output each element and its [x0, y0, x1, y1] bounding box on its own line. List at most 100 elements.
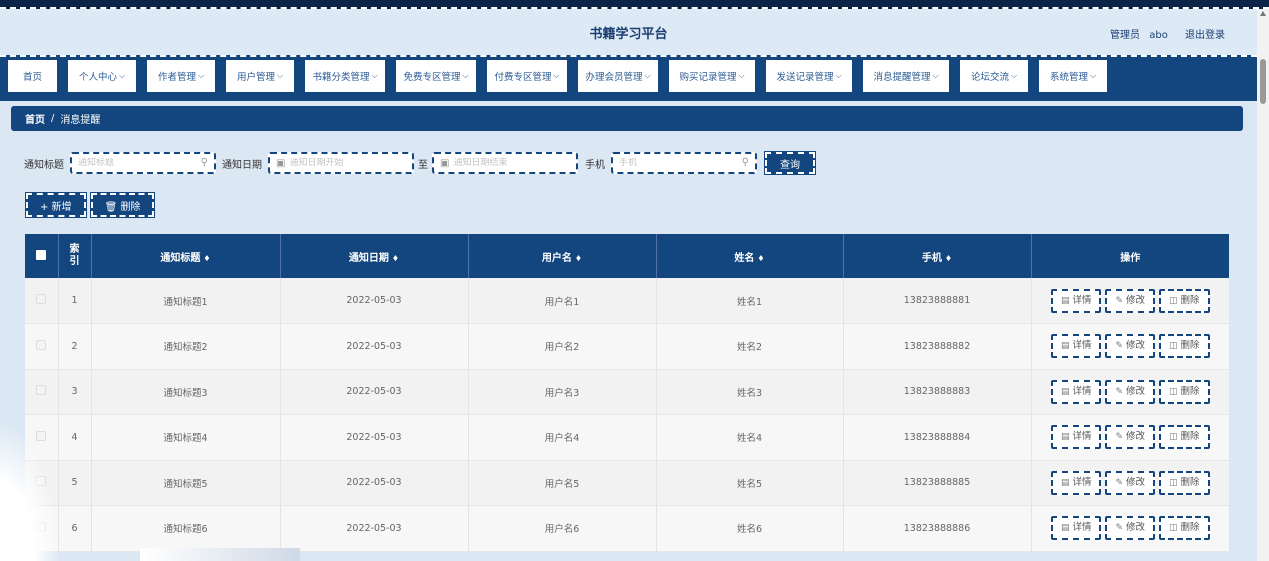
table-row: 3 通知标题3 2022-05-03 用户名3 姓名3 13823888883 ▤ 详情 ✎ 修改…: [25, 369, 1229, 415]
cell-title: 通知标题3: [91, 369, 281, 415]
calendar-icon: ▣: [276, 157, 286, 169]
document-icon: ▤: [1060, 295, 1070, 306]
nav-item-system-manage[interactable]: 系统管理 ⌵: [1037, 60, 1109, 94]
nav-item-label: 购买记录管理: [679, 72, 737, 83]
nav-item-message-reminder-manage[interactable]: 消息提醒管理 ⌵: [861, 60, 951, 94]
pencil-icon: ✎: [1115, 386, 1124, 397]
table-body: 1 通知标题1 2022-05-03 用户名1 姓名1 13823888881 ▤ 详情 ✎ 修改…: [25, 278, 1229, 552]
nav-item-purchase-record-manage[interactable]: 购买记录管理 ⌵: [667, 60, 757, 94]
delete-button[interactable]: ◫ 删除: [1159, 288, 1210, 313]
cell-username: 用户名1: [468, 278, 657, 324]
sort-icon[interactable]: ♦: [757, 254, 764, 263]
chevron-down-icon: ⌵: [1089, 71, 1097, 80]
col-date[interactable]: 通知日期 ♦: [280, 234, 469, 278]
nav-item-free-zone-manage[interactable]: 免费专区管理 ⌵: [394, 60, 478, 94]
detail-button[interactable]: ▤ 详情: [1050, 334, 1102, 359]
select-all-checkbox[interactable]: [36, 249, 47, 260]
pencil-icon: ✎: [1115, 341, 1124, 352]
nav-item-send-record-manage[interactable]: 发送记录管理 ⌵: [764, 60, 854, 94]
delete-button[interactable]: ◫ 删除: [1159, 379, 1210, 404]
cell-username: 用户名2: [468, 323, 657, 370]
phone-filter-input[interactable]: [619, 158, 749, 168]
delete-button[interactable]: ◫ 删除: [1159, 516, 1210, 541]
col-username[interactable]: 用户名 ♦: [468, 234, 657, 278]
edit-button[interactable]: ✎ 修改: [1105, 470, 1156, 495]
sort-icon[interactable]: ♦: [945, 254, 952, 263]
nav-items: 首页 个人中心 ⌵ 作者管理 ⌵ 用户管理 ⌵ 书籍分类管理 ⌵ 免费专区管理 ⌵ 付费专区管理 ⌵ 办理…: [6, 60, 1116, 94]
col-name[interactable]: 姓名 ♦: [656, 234, 844, 278]
cell-ops: ▤ 详情 ✎ 修改 ◫ 删除: [1031, 414, 1229, 461]
query-button[interactable]: 查询: [764, 151, 816, 175]
document-icon: ▤: [1060, 477, 1070, 488]
detail-button[interactable]: ▤ 详情: [1050, 425, 1102, 450]
row-checkbox[interactable]: [36, 339, 47, 350]
breadcrumb-home[interactable]: 首页: [25, 111, 45, 126]
cell-ops: ▤ 详情 ✎ 修改 ◫ 删除: [1031, 460, 1229, 506]
nav-item-membership-manage[interactable]: 办理会员管理 ⌵: [576, 60, 660, 94]
title-filter-input[interactable]: [78, 158, 208, 168]
cell-ops: ▤ 详情 ✎ 修改 ◫ 删除: [1031, 323, 1229, 370]
nav-item-home[interactable]: 首页: [6, 60, 59, 94]
title-filter-field[interactable]: ⚲: [70, 152, 216, 174]
detail-button[interactable]: ▤ 详情: [1050, 470, 1102, 495]
delete-button[interactable]: ◫ 删除: [1159, 334, 1210, 359]
cell-date: 2022-05-03: [280, 278, 469, 324]
detail-button[interactable]: ▤ 详情: [1050, 516, 1102, 541]
nav-item-personal-center[interactable]: 个人中心 ⌵: [66, 60, 138, 94]
row-checkbox[interactable]: [36, 294, 47, 304]
search-icon: ⚲: [200, 157, 208, 168]
top-strip: [0, 0, 1269, 9]
detail-button[interactable]: ▤ 详情: [1050, 379, 1102, 404]
col-title[interactable]: 通知标题 ♦: [91, 234, 281, 278]
row-checkbox[interactable]: [36, 385, 47, 396]
delete-button[interactable]: ◫ 删除: [1159, 425, 1210, 450]
document-icon: ▤: [1060, 386, 1070, 397]
page-scrollbar[interactable]: [1257, 9, 1269, 561]
date-end-input[interactable]: [453, 158, 570, 168]
nav-item-label: 发送记录管理: [776, 72, 834, 83]
nav-item-label: 个人中心: [78, 72, 117, 83]
date-end-field[interactable]: ▣: [432, 152, 578, 174]
sort-icon[interactable]: ♦: [392, 254, 399, 263]
nav-item-label: 作者管理: [157, 72, 196, 83]
date-start-input[interactable]: [289, 158, 406, 168]
trash-icon: ◫: [1169, 477, 1178, 488]
background-decoration: [140, 548, 300, 561]
trash-icon: ◫: [1169, 523, 1178, 534]
cell-title: 通知标题1: [91, 278, 281, 324]
select-all-cell[interactable]: [25, 234, 59, 278]
row-select-cell[interactable]: [25, 323, 59, 370]
date-start-field[interactable]: ▣: [268, 152, 414, 174]
cell-index: 2: [58, 323, 92, 370]
sort-icon[interactable]: ♦: [203, 254, 210, 263]
nav-item-forum[interactable]: 论坛交流 ⌵: [958, 60, 1030, 94]
scrollbar-thumb[interactable]: [1260, 59, 1266, 104]
batch-delete-button[interactable]: 🗑 删除: [89, 192, 156, 218]
row-select-cell[interactable]: [25, 369, 59, 415]
scroll-up-arrow-icon[interactable]: [1260, 11, 1266, 16]
nav-item-label: 系统管理: [1049, 72, 1088, 83]
edit-button[interactable]: ✎ 修改: [1105, 425, 1156, 450]
date-range-to: 至: [418, 159, 428, 171]
nav-item-book-category-manage[interactable]: 书籍分类管理 ⌵: [303, 60, 387, 94]
logout-link[interactable]: 退出登录: [1185, 30, 1225, 41]
edit-button[interactable]: ✎ 修改: [1105, 288, 1156, 313]
sort-icon[interactable]: ♦: [575, 254, 582, 263]
nav-item-user-manage[interactable]: 用户管理 ⌵: [224, 60, 296, 94]
row-select-cell[interactable]: [25, 278, 59, 324]
add-button[interactable]: + 新增: [25, 192, 87, 218]
site-title: 书籍学习平台: [589, 27, 668, 42]
detail-button[interactable]: ▤ 详情: [1050, 288, 1102, 313]
cell-username: 用户名3: [468, 369, 657, 415]
edit-button[interactable]: ✎ 修改: [1105, 334, 1156, 359]
edit-button[interactable]: ✎ 修改: [1105, 516, 1156, 541]
cell-date: 2022-05-03: [280, 414, 469, 461]
cell-title: 通知标题4: [91, 414, 281, 461]
batch-delete-label: 删除: [120, 201, 141, 213]
nav-item-paid-zone-manage[interactable]: 付费专区管理 ⌵: [485, 60, 569, 94]
nav-item-author-manage[interactable]: 作者管理 ⌵: [145, 60, 217, 94]
delete-button[interactable]: ◫ 删除: [1159, 470, 1210, 495]
edit-button[interactable]: ✎ 修改: [1105, 379, 1156, 404]
col-phone[interactable]: 手机 ♦: [843, 234, 1032, 278]
phone-filter-field[interactable]: ⚲: [611, 152, 757, 174]
